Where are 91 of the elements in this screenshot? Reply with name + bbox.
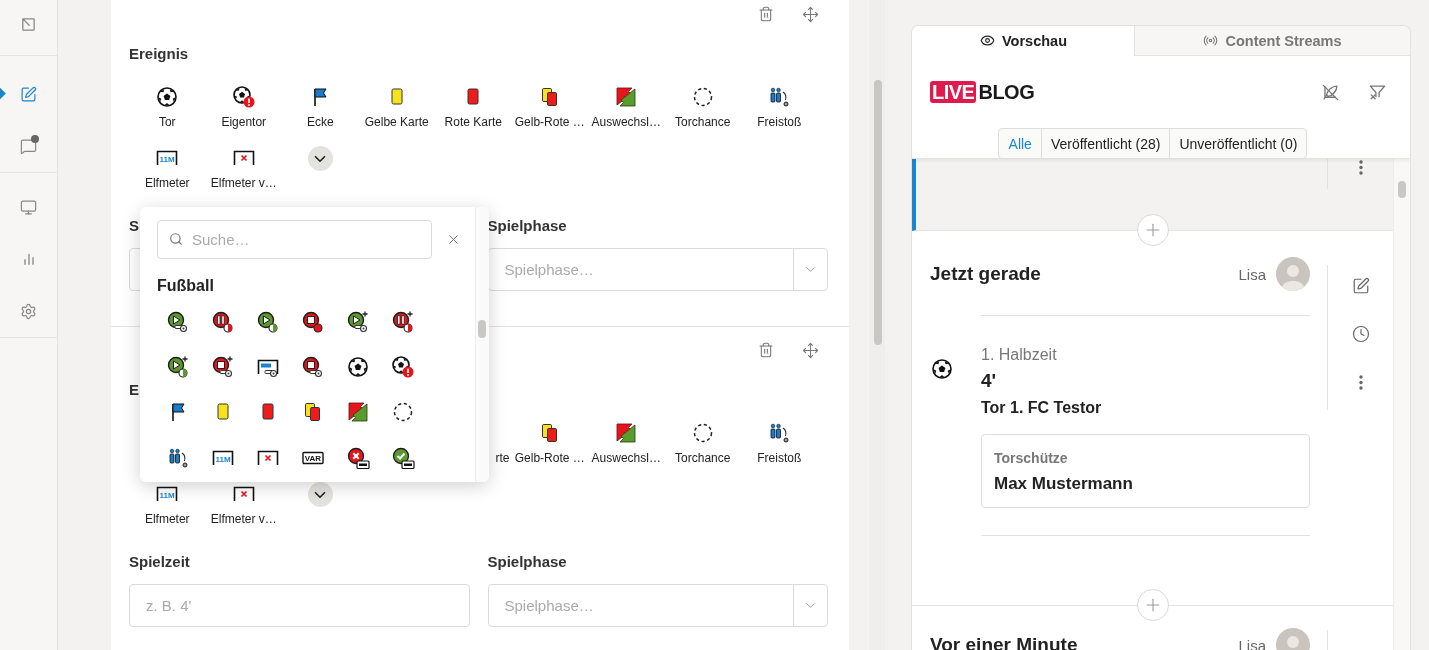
stop-plus-whistle-icon [210,354,235,379]
event-option[interactable]: Ecke [282,85,359,130]
expand-button[interactable] [307,482,333,507]
field-label: E [129,380,140,400]
chat-icon [20,137,37,155]
expand-button[interactable] [307,146,333,171]
event-option[interactable]: Gelbe Karte [358,85,435,130]
edit-icon [20,85,37,103]
trash-icon[interactable] [758,342,774,358]
time-field[interactable]: z. B. 4' [129,584,470,627]
broadcast-icon [1203,33,1219,48]
field-label: Ereignis [129,44,190,64]
pause-plus-stopwatch-icon [390,309,415,334]
stop-whistle-icon [300,354,325,379]
ball-icon [345,354,370,379]
event-option[interactable]: Gelb-Rote … [511,85,588,130]
play-plus-whistle-icon [345,309,370,334]
arrows-icon [614,421,639,445]
event-option[interactable]: 11M Elfmeter [129,482,206,527]
event-option[interactable]: Eigentor [205,85,282,130]
ball-icon [155,85,180,109]
scrollbar[interactable] [869,0,885,650]
close-button[interactable] [446,232,461,247]
arrows-icon [345,400,370,425]
more-icon [1358,159,1363,175]
filter-option[interactable]: Veröffentlicht (28) [1040,129,1170,158]
event-label: rte [495,450,510,466]
scrollbar[interactable] [1393,159,1410,650]
game-minute: 4' [981,370,998,392]
event-option[interactable]: Elfmeter v… [205,146,282,191]
eye-icon [980,33,995,48]
move-icon[interactable] [802,5,819,23]
entry-time: Jetzt gerade [930,263,1042,285]
game-phase: 1. Halbzeit [981,346,1058,364]
event-option[interactable]: Torchance [664,421,741,466]
avatar [1276,257,1310,291]
players-icon [767,85,792,109]
event-option[interactable]: Gelb-Rote … [511,421,588,466]
event-option[interactable]: Freistoß [741,85,818,130]
clock-icon [1351,325,1370,343]
ball-alert-icon [390,354,415,379]
exit-icon [20,15,37,33]
unread-dot [31,135,39,143]
event-option[interactable]: Auswechsl… [588,421,665,466]
play-stopwatch-icon [255,309,280,334]
trash-icon[interactable] [758,6,774,22]
scrollbar[interactable] [475,207,489,482]
stop-dot-icon [300,309,325,334]
more-button[interactable] [1358,159,1363,175]
move-icon[interactable] [802,341,819,359]
filter-button[interactable] [1368,82,1387,102]
event-option[interactable]: 11M Elfmeter [129,146,206,191]
event-option[interactable]: Torchance [664,85,741,130]
cross-tag-icon [345,445,370,470]
players-icon [767,421,792,445]
event-option[interactable]: Freistoß [741,421,818,466]
detail-label: Torschütze [994,449,1069,467]
search-icon [169,232,183,246]
event-option[interactable]: Rote Karte [435,85,512,130]
icon-option[interactable]: 11M [200,434,245,481]
ball-alert-icon [231,85,256,109]
play-plus-stopwatch-icon [165,354,190,379]
more-icon [1358,374,1363,390]
detail-value: Max Mustermann [994,473,1134,494]
check-tag-icon [390,445,415,470]
tab[interactable]: Content Streams [1134,26,1410,56]
field-label: Spielzeit [129,552,191,572]
play-whistle-icon [165,309,190,334]
brush-off-button[interactable] [1321,82,1340,102]
close-icon [446,232,461,247]
field-label: Spielphase [487,216,568,236]
settings-icon [20,302,37,320]
logo: LIVE BLOG [930,81,1035,103]
author-name: Lisa [1238,265,1266,283]
monitor-icon [20,198,37,216]
entry-headline: Tor 1. FC Testor [981,398,1103,418]
filter-option[interactable]: Alle [998,129,1041,158]
arrows-icon [614,85,639,109]
category-heading: Fußball [157,276,215,296]
ball-icon [930,357,954,381]
edit-icon [1351,277,1370,295]
search-field[interactable]: Suche… [157,220,432,259]
event-option[interactable]: Tor [129,85,206,130]
event-option[interactable]: Auswechsl… [588,85,665,130]
icon-option[interactable]: VAR [290,434,335,481]
field-label: Spielphase [487,552,568,572]
filter-option[interactable]: Unveröffentlicht (0) [1169,129,1307,158]
pause-stopwatch-icon [210,309,235,334]
field-label: S [129,216,140,236]
author-name: Lisa [1238,636,1266,650]
event-option[interactable]: Elfmeter v… [205,482,282,527]
